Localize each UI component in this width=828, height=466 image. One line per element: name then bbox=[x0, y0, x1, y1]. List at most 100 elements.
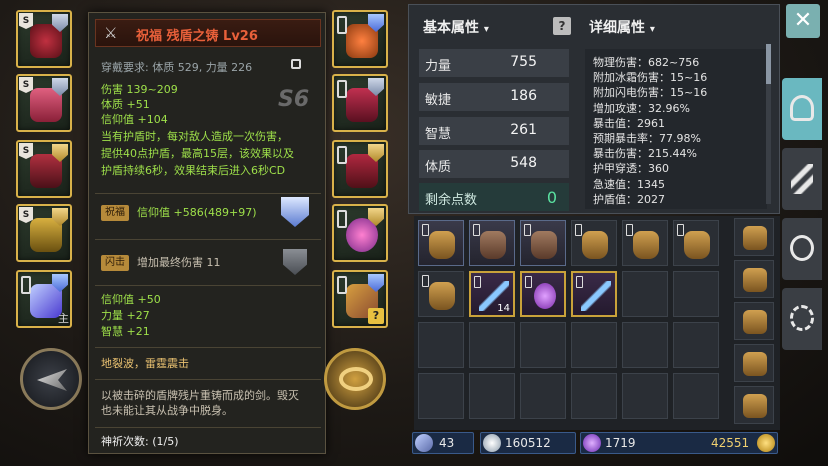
help-icon[interactable]: ? bbox=[368, 308, 384, 324]
bag-slot[interactable] bbox=[734, 302, 774, 340]
divider bbox=[95, 193, 321, 194]
lock-tag-icon bbox=[525, 276, 532, 288]
inventory-slot[interactable] bbox=[622, 271, 668, 317]
inventory-slot[interactable] bbox=[469, 373, 515, 419]
inventory-slot[interactable] bbox=[520, 271, 566, 317]
inventory-slot[interactable] bbox=[520, 373, 566, 419]
lock-tag-icon bbox=[575, 224, 582, 236]
inventory-slot[interactable] bbox=[673, 271, 719, 317]
detail-attr-title: 详细属性 bbox=[589, 20, 645, 36]
inventory-slot[interactable] bbox=[571, 220, 617, 266]
tab-equipment[interactable] bbox=[782, 78, 822, 140]
skill-wheel-button[interactable] bbox=[20, 348, 82, 410]
item-tooltip: ⚔ 祝福 残盾之铸 Lv26 穿戴要求: 体质 529, 力量 226 S6 伤… bbox=[88, 12, 326, 454]
bag-slot[interactable] bbox=[734, 218, 774, 256]
equip-slot-weapon[interactable]: 主 bbox=[16, 270, 72, 328]
inventory-slot[interactable]: 14 bbox=[469, 271, 515, 317]
inventory-slot[interactable] bbox=[418, 271, 464, 317]
equip-slot-gloves[interactable] bbox=[332, 74, 388, 132]
bag-icon bbox=[480, 231, 506, 259]
stat-label: 力量 bbox=[425, 59, 452, 74]
bag-icon bbox=[743, 226, 767, 250]
lore-line: 以被击碎的盾牌残片重铸而成的剑。毁灭 bbox=[101, 389, 299, 402]
equip-slot-legs[interactable]: S bbox=[16, 140, 72, 198]
inventory-slot[interactable] bbox=[520, 322, 566, 368]
question-icon[interactable]: ? bbox=[553, 17, 571, 35]
basic-attr-header[interactable]: 基本属性 ▾ bbox=[423, 17, 489, 37]
bag-slot[interactable] bbox=[734, 260, 774, 298]
bag-slot[interactable] bbox=[734, 344, 774, 382]
inventory-slot[interactable] bbox=[418, 373, 464, 419]
detail-attr-list[interactable]: 物理伤害：682~756 附加冰霜伤害：15~16 附加闪电伤害：15~16 增… bbox=[585, 49, 767, 209]
inventory-slot[interactable] bbox=[469, 220, 515, 266]
bag-icon bbox=[531, 231, 557, 259]
equip-slot-offhand[interactable]: S bbox=[16, 204, 72, 262]
divider bbox=[95, 347, 321, 348]
inventory-slot[interactable] bbox=[469, 322, 515, 368]
scrollbar-thumb[interactable] bbox=[766, 44, 771, 84]
gray-shield-icon bbox=[283, 249, 307, 275]
equip-slot-bracer[interactable]: ? bbox=[332, 270, 388, 328]
grade-label: S6 bbox=[278, 87, 310, 112]
bag-icon bbox=[684, 231, 710, 259]
bag-icon bbox=[633, 231, 659, 259]
inventory-slot[interactable] bbox=[418, 220, 464, 266]
lock-tag-icon bbox=[473, 224, 480, 236]
currency-bar: 43 160512 1719 42551 bbox=[410, 430, 780, 456]
detail-line: 附加闪电伤害：15~16 bbox=[593, 86, 708, 100]
crystal-amount: 1719 bbox=[605, 436, 636, 450]
basic-attr-title: 基本属性 bbox=[423, 20, 479, 36]
equip-slot-necklace[interactable] bbox=[332, 10, 388, 68]
inventory-slot[interactable] bbox=[520, 220, 566, 266]
inventory-slot[interactable] bbox=[622, 220, 668, 266]
equip-slot-chest[interactable]: S bbox=[16, 74, 72, 132]
detail-scrollbar[interactable] bbox=[766, 44, 771, 204]
ring-icon bbox=[339, 367, 373, 391]
inventory-slot[interactable] bbox=[418, 322, 464, 368]
blessing-shield-icon bbox=[281, 197, 309, 227]
inventory-slot[interactable] bbox=[673, 220, 719, 266]
claw-icon bbox=[791, 164, 813, 194]
inventory-slot[interactable] bbox=[571, 373, 617, 419]
inventory-slot[interactable] bbox=[673, 322, 719, 368]
lock-tag-icon bbox=[524, 224, 531, 236]
equip-slot-ring[interactable] bbox=[332, 204, 388, 262]
lock-tag-icon bbox=[422, 275, 429, 287]
inventory-slot[interactable] bbox=[622, 373, 668, 419]
tab-map[interactable] bbox=[782, 288, 822, 350]
bag-icon bbox=[429, 282, 455, 310]
detail-line: 暴击伤害：215.44% bbox=[593, 147, 697, 161]
inventory-slot[interactable] bbox=[571, 271, 617, 317]
lock-tag-icon bbox=[21, 276, 31, 294]
equip-slot-boots[interactable] bbox=[332, 140, 388, 198]
pet-wheel-button[interactable] bbox=[324, 348, 386, 410]
slot-tag-icon: S bbox=[19, 143, 33, 159]
inventory-slot[interactable] bbox=[622, 322, 668, 368]
slot-tag-icon: S bbox=[19, 13, 33, 29]
bag-slot[interactable] bbox=[734, 386, 774, 424]
bag-icon bbox=[429, 231, 455, 259]
blade-icon bbox=[37, 369, 67, 391]
lock-tag-icon bbox=[337, 80, 347, 98]
tab-skills[interactable] bbox=[782, 148, 822, 210]
detail-line: 急速值：1345 bbox=[593, 177, 665, 191]
stat-value: 186 bbox=[510, 88, 537, 104]
gem-icon bbox=[534, 283, 556, 309]
inventory-slot[interactable] bbox=[673, 373, 719, 419]
divider bbox=[95, 285, 321, 286]
crystal-currency: 1719 42551 bbox=[580, 432, 778, 454]
points-value: 0 bbox=[546, 188, 557, 207]
close-button[interactable]: ✕ bbox=[786, 4, 820, 38]
equip-slot-head[interactable]: S bbox=[16, 10, 72, 68]
lock-icon[interactable] bbox=[291, 59, 301, 69]
detail-attr-header[interactable]: 详细属性 ▾ bbox=[589, 17, 655, 37]
extra-stat: 力量 +27 bbox=[101, 309, 150, 322]
crystal-icon bbox=[583, 434, 601, 452]
bag-icon bbox=[743, 310, 767, 334]
flash-tag: 闪击 bbox=[101, 255, 129, 271]
tab-talents[interactable] bbox=[782, 218, 822, 280]
inventory-slot[interactable] bbox=[571, 322, 617, 368]
detail-line: 暴击值：2961 bbox=[593, 116, 665, 130]
tooltip-header: ⚔ 祝福 残盾之铸 Lv26 bbox=[95, 19, 321, 47]
stat-label: 体质 bbox=[425, 160, 452, 175]
